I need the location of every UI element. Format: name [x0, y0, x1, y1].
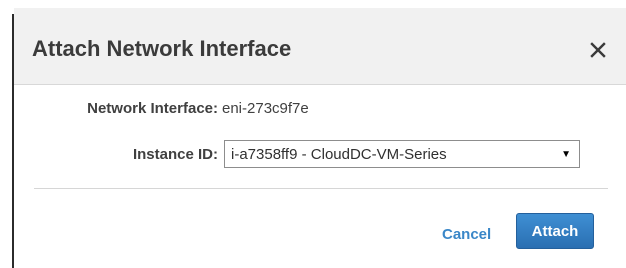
network-interface-label: Network Interface:: [87, 100, 218, 117]
cancel-button[interactable]: Cancel: [442, 226, 491, 243]
dialog-title: Attach Network Interface: [32, 36, 292, 61]
attach-button[interactable]: Attach: [516, 213, 594, 249]
close-icon: [590, 42, 606, 58]
header-divider: [14, 84, 626, 85]
chevron-down-icon: ▼: [561, 148, 571, 160]
network-interface-value: eni-273c9f7e: [222, 100, 309, 117]
attach-network-interface-dialog: Attach Network Interface Network Interfa…: [14, 8, 626, 268]
instance-id-label: Instance ID:: [132, 146, 218, 163]
close-button[interactable]: [584, 36, 612, 64]
dialog-header: Attach Network Interface: [14, 8, 626, 84]
instance-id-selected-value: i-a7358ff9 - CloudDC-VM-Series: [231, 145, 447, 163]
instance-id-select[interactable]: i-a7358ff9 - CloudDC-VM-Series ▼: [224, 140, 580, 168]
footer-divider: [34, 188, 608, 189]
